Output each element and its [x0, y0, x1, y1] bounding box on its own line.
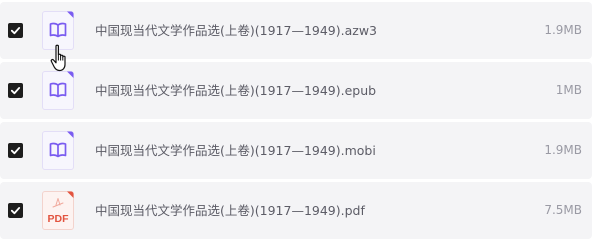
- file-list: 中国现当代文学作品选(上卷)(1917—1949).azw3 1.9MB 中国现…: [0, 0, 592, 240]
- pdf-icon: PDF: [42, 191, 74, 230]
- file-checkbox[interactable]: [8, 83, 23, 98]
- ebook-icon: [42, 11, 74, 50]
- checkmark-icon: [10, 87, 21, 95]
- file-name: 中国现当代文学作品选(上卷)(1917—1949).epub: [95, 83, 377, 98]
- checkmark-icon: [10, 27, 21, 35]
- checkmark-icon: [10, 207, 21, 215]
- file-name: 中国现当代文学作品选(上卷)(1917—1949).azw3: [95, 23, 378, 38]
- pdf-icon-label: PDF: [48, 213, 70, 225]
- file-size: 7.5MB: [544, 203, 582, 217]
- file-row-epub[interactable]: 中国现当代文学作品选(上卷)(1917—1949).epub 1MB: [0, 62, 592, 119]
- file-checkbox[interactable]: [8, 143, 23, 158]
- checkmark-icon: [10, 147, 21, 155]
- file-row-pdf[interactable]: PDF 中国现当代文学作品选(上卷)(1917—1949).pdf 7.5MB: [0, 182, 592, 239]
- file-size: 1.9MB: [544, 23, 582, 37]
- ebook-icon: [42, 131, 74, 170]
- file-name: 中国现当代文学作品选(上卷)(1917—1949).mobi: [95, 143, 376, 158]
- file-checkbox[interactable]: [8, 203, 23, 218]
- ebook-icon: [42, 71, 74, 110]
- file-checkbox[interactable]: [8, 23, 23, 38]
- file-row-mobi[interactable]: 中国现当代文学作品选(上卷)(1917—1949).mobi 1.9MB: [0, 122, 592, 179]
- file-row-azw3[interactable]: 中国现当代文学作品选(上卷)(1917—1949).azw3 1.9MB: [0, 2, 592, 59]
- file-size: 1.9MB: [544, 143, 582, 157]
- file-size: 1MB: [555, 83, 582, 97]
- file-name: 中国现当代文学作品选(上卷)(1917—1949).pdf: [95, 203, 365, 218]
